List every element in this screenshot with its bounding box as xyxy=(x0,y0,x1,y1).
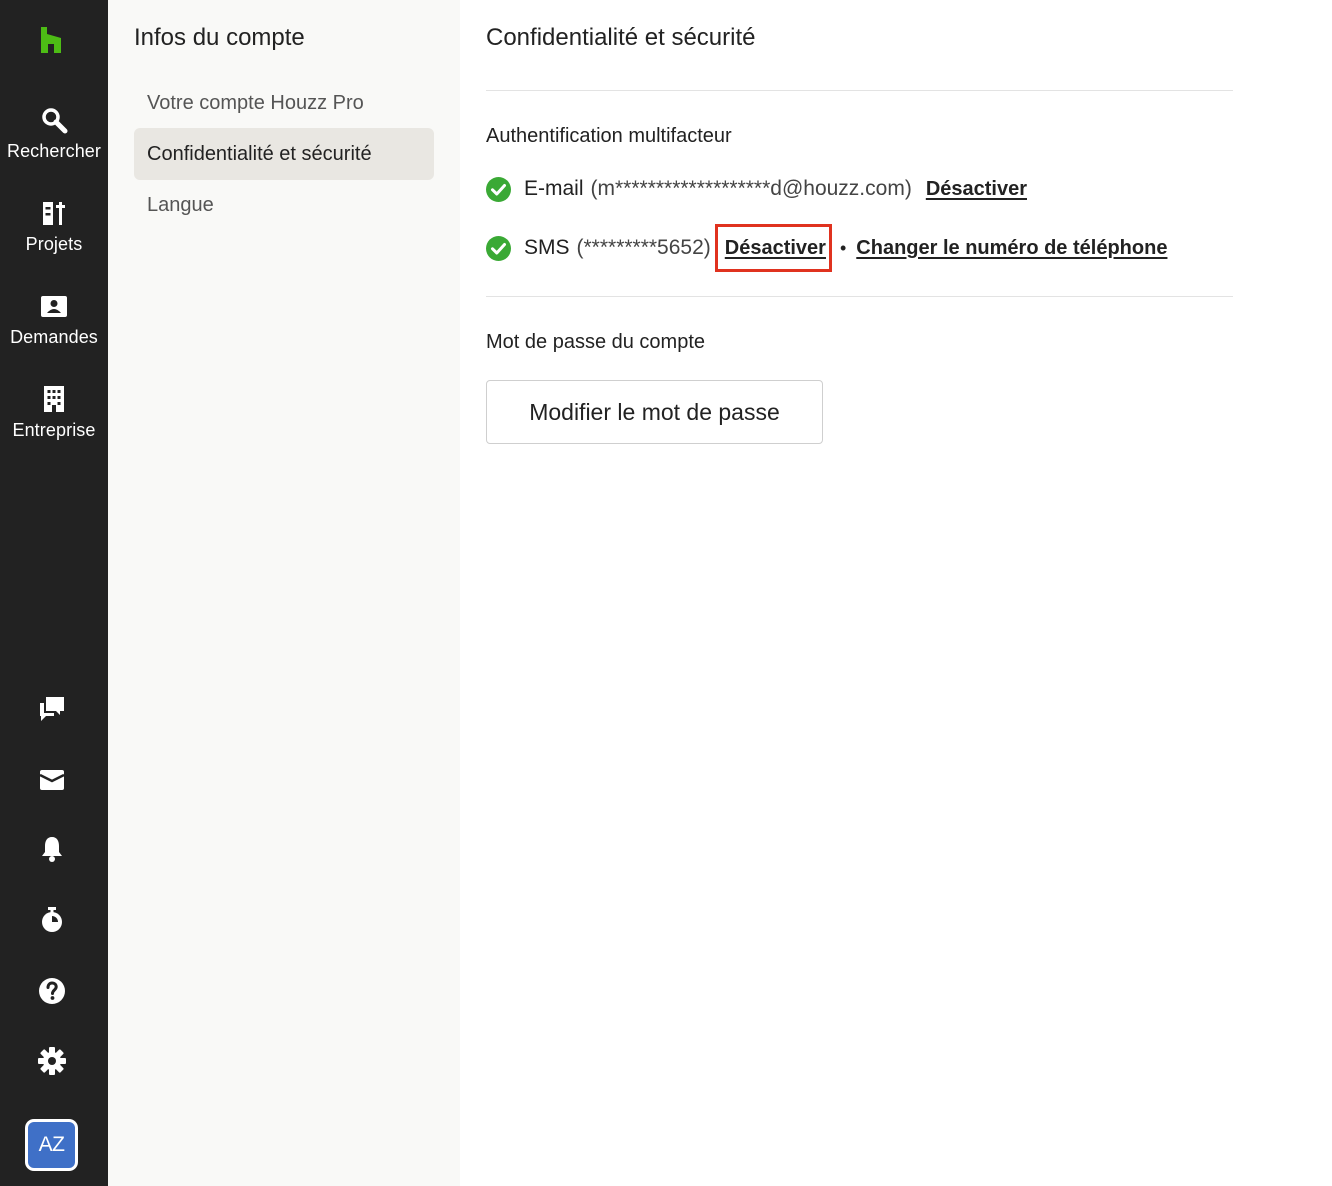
building-icon xyxy=(44,386,64,412)
check-circle-icon xyxy=(486,176,511,202)
account-settings-nav: Infos du compte Votre compte Houzz Pro C… xyxy=(108,0,460,1186)
timer-icon[interactable] xyxy=(37,905,67,935)
subnav-item-houzz-pro-account[interactable]: Votre compte Houzz Pro xyxy=(134,77,434,129)
subnav-item-language[interactable]: Langue xyxy=(134,179,434,231)
inbox-icon[interactable] xyxy=(37,765,67,795)
mfa-email-row: E-mail (m*******************d@houzz.com)… xyxy=(486,174,1027,204)
avatar[interactable]: AZ xyxy=(25,1119,78,1171)
mfa-sms-method: SMS xyxy=(524,236,570,259)
bell-icon[interactable] xyxy=(37,834,67,864)
rail-item-business-label: Entreprise xyxy=(12,420,96,440)
app-sidebar: Rechercher Projets Demandes Entreprise A… xyxy=(0,0,108,1186)
mfa-email-address: (m*******************d@houzz.com) xyxy=(590,177,912,200)
projects-icon xyxy=(43,202,65,225)
divider xyxy=(486,296,1233,297)
chat-icon[interactable] xyxy=(37,694,67,724)
change-password-button[interactable]: Modifier le mot de passe xyxy=(486,380,823,444)
change-phone-link[interactable]: Changer le numéro de téléphone xyxy=(856,237,1167,260)
avatar-initials: AZ xyxy=(28,1122,75,1168)
contact-card-icon xyxy=(41,296,67,317)
rail-item-projects[interactable]: Projets xyxy=(0,199,108,255)
mfa-sms-number: (*********5652) xyxy=(576,236,711,259)
rail-item-business[interactable]: Entreprise xyxy=(0,385,108,441)
subnav-title: Infos du compte xyxy=(134,24,305,51)
email-disable-link[interactable]: Désactiver xyxy=(926,178,1027,201)
mfa-sms-row: SMS (*********5652) Désactiver • Changer… xyxy=(486,221,1167,275)
mfa-heading: Authentification multifacteur xyxy=(486,125,732,147)
subnav-item-privacy-security[interactable]: Confidentialité et sécurité xyxy=(134,128,434,180)
highlight-box: Désactiver xyxy=(714,224,832,272)
rail-item-projects-label: Projets xyxy=(25,234,83,254)
rail-item-requests[interactable]: Demandes xyxy=(0,292,108,348)
help-icon[interactable] xyxy=(37,976,67,1006)
rail-item-search[interactable]: Rechercher xyxy=(0,106,108,162)
houzz-logo-icon[interactable] xyxy=(38,27,64,53)
mfa-email-method: E-mail xyxy=(524,177,584,200)
divider xyxy=(486,90,1233,91)
separator-dot: • xyxy=(839,237,847,258)
rail-item-search-label: Rechercher xyxy=(6,141,102,161)
sms-disable-link[interactable]: Désactiver xyxy=(725,237,826,259)
password-heading: Mot de passe du compte xyxy=(486,331,706,353)
search-icon xyxy=(42,108,68,134)
rail-item-requests-label: Demandes xyxy=(10,327,98,347)
check-circle-icon xyxy=(486,235,511,261)
page-title: Confidentialité et sécurité xyxy=(486,24,756,51)
gear-icon[interactable] xyxy=(37,1046,67,1076)
